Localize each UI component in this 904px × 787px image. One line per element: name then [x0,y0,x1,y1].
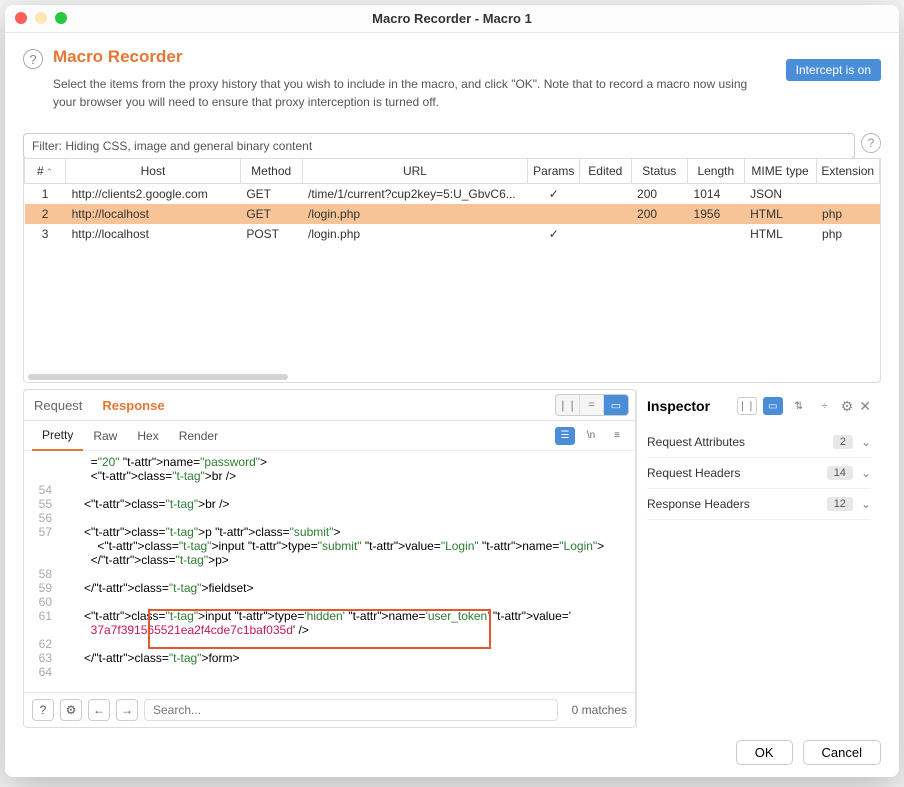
help-icon[interactable]: ? [23,49,43,69]
code-line: 55 <"t-attr">class="t-tag">br /> [24,497,635,511]
hamburger-icon[interactable]: ≡ [607,427,627,445]
col-method[interactable]: Method [240,159,302,184]
count-badge: 2 [833,435,853,449]
count-badge: 12 [827,497,853,511]
filter-help-icon[interactable]: ? [861,133,881,153]
titlebar: Macro Recorder - Macro 1 [5,5,899,33]
minimize-window-icon[interactable] [35,12,47,24]
code-line: 37a7f391565521ea2f4cde7c1baf035d' /> [24,623,635,637]
code-line: 61 <"t-attr">class="t-tag">input "t-attr… [24,609,635,623]
filter-input[interactable] [23,133,855,159]
code-line: 63 </"t-attr">class="t-tag">form> [24,651,635,665]
col-url[interactable]: URL [302,159,528,184]
match-count: 0 matches [564,703,627,717]
zoom-window-icon[interactable] [55,12,67,24]
actions-icon[interactable]: ☰ [555,427,575,445]
search-input[interactable] [144,699,558,721]
code-line: <"t-attr">class="t-tag">input "t-attr">t… [24,539,635,553]
code-line: 64 [24,665,635,679]
code-line: 59 </"t-attr">class="t-tag">fieldset> [24,581,635,595]
tab-request[interactable]: Request [24,390,92,420]
inspector-row[interactable]: Request Headers14 ⌄ [647,458,871,489]
subtab-raw[interactable]: Raw [83,422,127,450]
col-number[interactable]: #⌃ [25,159,66,184]
page-description: Select the items from the proxy history … [53,75,763,111]
prev-match-icon[interactable]: ← [88,699,110,721]
help-icon-footer[interactable]: ? [32,699,54,721]
col-host[interactable]: Host [66,159,241,184]
inspector-row[interactable]: Response Headers12 ⌄ [647,489,871,520]
inspector-title: Inspector [647,398,731,414]
page-title: Macro Recorder [53,47,776,67]
gear-icon[interactable]: ⚙ [60,699,82,721]
inspector-expand-icon[interactable]: ⇅ [789,397,809,415]
code-line: 54 [24,483,635,497]
subtab-render[interactable]: Render [169,422,228,450]
code-line: 60 [24,595,635,609]
layout-single-icon[interactable]: ▭ [604,395,628,415]
table-row[interactable]: 3http://localhostPOST/login.php✓HTMLphp [25,224,880,244]
col-status[interactable]: Status [631,159,688,184]
inspector-row-label: Request Attributes [647,435,833,449]
inspector-panel-icon[interactable]: ▭ [763,397,783,415]
chevron-down-icon: ⌄ [861,497,871,511]
code-line: 58 [24,567,635,581]
inspector-row-label: Request Headers [647,466,827,480]
subtab-pretty[interactable]: Pretty [32,421,83,451]
intercept-button[interactable]: Intercept is on [786,59,881,81]
subtab-hex[interactable]: Hex [127,422,168,450]
code-line: </"t-attr">class="t-tag">p> [24,553,635,567]
layout-columns-icon[interactable]: ❘❘ [556,395,580,415]
count-badge: 14 [827,466,853,480]
col-params[interactable]: Params [528,159,580,184]
code-viewer[interactable]: ="20" "t-attr">name="password"> <"t-attr… [24,451,635,692]
window-title: Macro Recorder - Macro 1 [372,11,532,26]
chevron-down-icon: ⌄ [861,435,871,449]
newline-icon[interactable]: \n [581,427,601,445]
col-length[interactable]: Length [688,159,745,184]
tab-response[interactable]: Response [92,390,174,420]
horizontal-scrollbar[interactable] [24,372,880,382]
table-row[interactable]: 1http://clients2.google.comGET/time/1/cu… [25,184,880,205]
history-table: #⌃ Host Method URL Params Edited Status … [23,158,881,383]
inspector-list-icon[interactable]: ❘❘ [737,397,757,415]
inspector-gear-icon[interactable]: ⚙ [841,398,854,415]
col-edited[interactable]: Edited [580,159,631,184]
code-line: ="20" "t-attr">name="password"> [24,455,635,469]
cancel-button[interactable]: Cancel [803,740,881,765]
inspector-row-label: Response Headers [647,497,827,511]
code-line: <"t-attr">class="t-tag">br /> [24,469,635,483]
code-line: 56 [24,511,635,525]
layout-rows-icon[interactable]: = [580,395,604,415]
inspector-close-icon[interactable]: ✕ [859,398,871,415]
code-line: 57 <"t-attr">class="t-tag">p "t-attr">cl… [24,525,635,539]
inspector-row[interactable]: Request Attributes2 ⌄ [647,427,871,458]
close-window-icon[interactable] [15,12,27,24]
col-mime[interactable]: MIME type [744,159,816,184]
ok-button[interactable]: OK [736,740,793,765]
col-ext[interactable]: Extension [816,159,879,184]
inspector-divide-icon[interactable]: ÷ [815,397,835,415]
table-row[interactable]: 2http://localhostGET/login.php2001956HTM… [25,204,880,224]
code-line: 62 [24,637,635,651]
next-match-icon[interactable]: → [116,699,138,721]
chevron-down-icon: ⌄ [861,466,871,480]
